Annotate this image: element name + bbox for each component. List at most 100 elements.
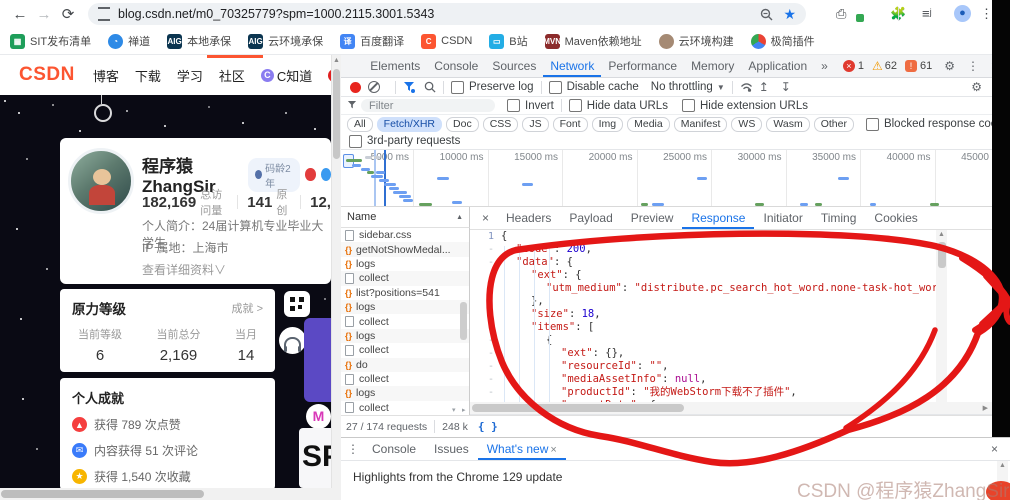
network-settings-icon[interactable]: ⚙ [971, 80, 982, 94]
bookmark-item[interactable]: AIG本地承保 [167, 33, 231, 49]
type-pill-js[interactable]: JS [522, 117, 548, 132]
request-row[interactable]: {}do [341, 358, 469, 372]
side-ad-card[interactable]: SP [299, 428, 331, 488]
bookmark-item[interactable]: ▦SIT发布清单 [10, 33, 91, 49]
request-list-header[interactable]: Name ▲ [341, 207, 470, 228]
scroll-up-arrow[interactable]: ▲ [332, 55, 341, 67]
type-pill-css[interactable]: CSS [483, 117, 519, 132]
devtools-tab-performance[interactable]: Performance [601, 55, 684, 77]
more-tabs-button[interactable]: » [814, 55, 835, 77]
issues-badge[interactable]: !61 [905, 60, 932, 72]
scrollbar-thumb[interactable] [472, 404, 684, 412]
detail-tab-response[interactable]: Response [682, 207, 754, 229]
type-pill-img[interactable]: Img [592, 117, 624, 132]
search-icon[interactable] [424, 81, 436, 93]
back-button[interactable]: ← [8, 6, 32, 23]
devtools-tab-sources[interactable]: Sources [485, 55, 543, 77]
address-bar[interactable]: blog.csdn.net/m0_70325779?spm=1000.2115.… [88, 3, 806, 25]
side-ad-banner[interactable] [304, 318, 331, 402]
bookmark-item[interactable]: AIG云环境承保 [248, 33, 323, 49]
import-har-icon[interactable]: ↥ [759, 80, 769, 94]
scroll-down-arrow[interactable]: ▾ [452, 406, 456, 414]
drawer-tab-issues[interactable]: Issues [425, 439, 478, 460]
third-party-checkbox[interactable] [349, 135, 362, 148]
detail-tab-initiator[interactable]: Initiator [754, 207, 811, 229]
type-pill-font[interactable]: Font [553, 117, 588, 132]
scroll-right-arrow[interactable]: ▶ [983, 404, 988, 412]
url-text[interactable]: blog.csdn.net/m0_70325779?spm=1000.2115.… [118, 7, 760, 21]
response-horizontal-scrollbar[interactable]: ▶ [470, 402, 992, 415]
tab-list-icon[interactable]: ≡ʲ [922, 6, 932, 21]
request-row[interactable]: {}logs [341, 386, 469, 400]
zoom-icon[interactable] [760, 8, 773, 21]
type-pill-other[interactable]: Other [814, 117, 854, 132]
request-row[interactable]: {}getNotShowMedal... [341, 242, 469, 256]
achievement-link[interactable]: 成就 > [232, 300, 263, 316]
drawer-menu-icon[interactable]: ⋮ [347, 442, 359, 456]
type-pill-manifest[interactable]: Manifest [674, 117, 728, 132]
detail-tab-payload[interactable]: Payload [560, 207, 621, 229]
csdn-logo-text[interactable]: CSDN [19, 64, 75, 86]
customer-service-widget[interactable] [279, 327, 306, 354]
response-vertical-scrollbar[interactable]: ▲ [936, 230, 947, 402]
warning-badge[interactable]: ⚠62 [872, 59, 897, 73]
request-list-scrollbar[interactable] [459, 228, 468, 408]
export-har-icon[interactable]: ↧ [781, 80, 791, 94]
request-row[interactable]: {}logs [341, 329, 469, 343]
bookmark-item[interactable]: 极简插件 [751, 33, 815, 49]
bookmark-item[interactable]: CCSDN [421, 34, 472, 49]
nav-item-下载[interactable]: 下载 [135, 66, 161, 85]
scrollbar-thumb[interactable] [938, 242, 946, 268]
hide-extension-urls-checkbox[interactable] [682, 99, 695, 112]
hide-data-urls-checkbox[interactable] [569, 99, 582, 112]
scrollbar-thumb[interactable] [1, 490, 204, 498]
nav-item-学习[interactable]: 学习 [177, 66, 203, 85]
drawer-tab-console[interactable]: Console [363, 439, 425, 460]
clear-button[interactable] [368, 81, 380, 93]
user-avatar[interactable] [68, 148, 134, 214]
profile-detail-link[interactable]: 查看详细资料∨ [142, 261, 226, 278]
bookmark-item[interactable]: 译百度翻译 [340, 33, 404, 49]
type-pill-media[interactable]: Media [627, 117, 670, 132]
request-row[interactable]: collect [341, 372, 469, 386]
forward-button[interactable]: → [32, 6, 56, 23]
scroll-up-arrow[interactable]: ▲ [936, 230, 947, 240]
devtools-menu-icon[interactable]: ⋮ [967, 59, 979, 73]
nav-item-C知道[interactable]: CC知道 [261, 66, 312, 85]
drawer-tab-whatsnew[interactable]: What's new× [478, 439, 566, 460]
nav-item-博客[interactable]: 博客 [93, 66, 119, 85]
detail-tab-headers[interactable]: Headers [497, 207, 560, 229]
request-row[interactable]: collect [341, 314, 469, 328]
scrollbar-thumb[interactable] [460, 302, 467, 340]
reload-button[interactable]: ⟳ [56, 5, 80, 23]
filter-input[interactable]: Filter [361, 99, 495, 112]
request-row[interactable]: collect [341, 343, 469, 357]
request-row[interactable]: {}list?positions=541 [341, 286, 469, 300]
network-overview-timeline[interactable]: 5000 ms10000 ms15000 ms20000 ms25000 ms3… [341, 150, 992, 207]
devtools-tab-memory[interactable]: Memory [684, 55, 741, 77]
bookmark-item[interactable]: ▭B站 [489, 33, 527, 49]
devtools-tab-application[interactable]: Application [741, 55, 814, 77]
filter-funnel-icon[interactable] [403, 82, 415, 93]
type-pill-ws[interactable]: WS [731, 117, 762, 132]
type-pill-fetchxhr[interactable]: Fetch/XHR [377, 117, 442, 132]
name-column-header[interactable]: Name [347, 211, 376, 223]
network-conditions-icon[interactable] [740, 82, 753, 92]
tab-close-icon[interactable]: × [550, 444, 556, 456]
devtools-tab-console[interactable]: Console [427, 55, 485, 77]
error-badge[interactable]: ×1 [843, 60, 864, 72]
preserve-log-checkbox[interactable] [451, 81, 464, 94]
detail-tab-preview[interactable]: Preview [622, 207, 683, 229]
devtools-tab-elements[interactable]: Elements [363, 55, 427, 77]
type-pill-all[interactable]: All [347, 117, 373, 132]
type-pill-doc[interactable]: Doc [446, 117, 479, 132]
page-vertical-scrollbar[interactable]: ▲ [331, 55, 341, 488]
detail-tab-timing[interactable]: Timing [812, 207, 866, 229]
request-row[interactable]: {}logs [341, 257, 469, 271]
bookmark-item[interactable]: ◔禅道 [108, 33, 150, 49]
request-row[interactable]: sidebar.css [341, 228, 469, 242]
blocked-cookies-checkbox[interactable] [866, 118, 879, 131]
bookmark-star-icon[interactable]: ★ [783, 6, 796, 23]
qr-code-widget[interactable] [284, 291, 310, 317]
throttling-dropdown[interactable]: No throttling [651, 81, 713, 93]
